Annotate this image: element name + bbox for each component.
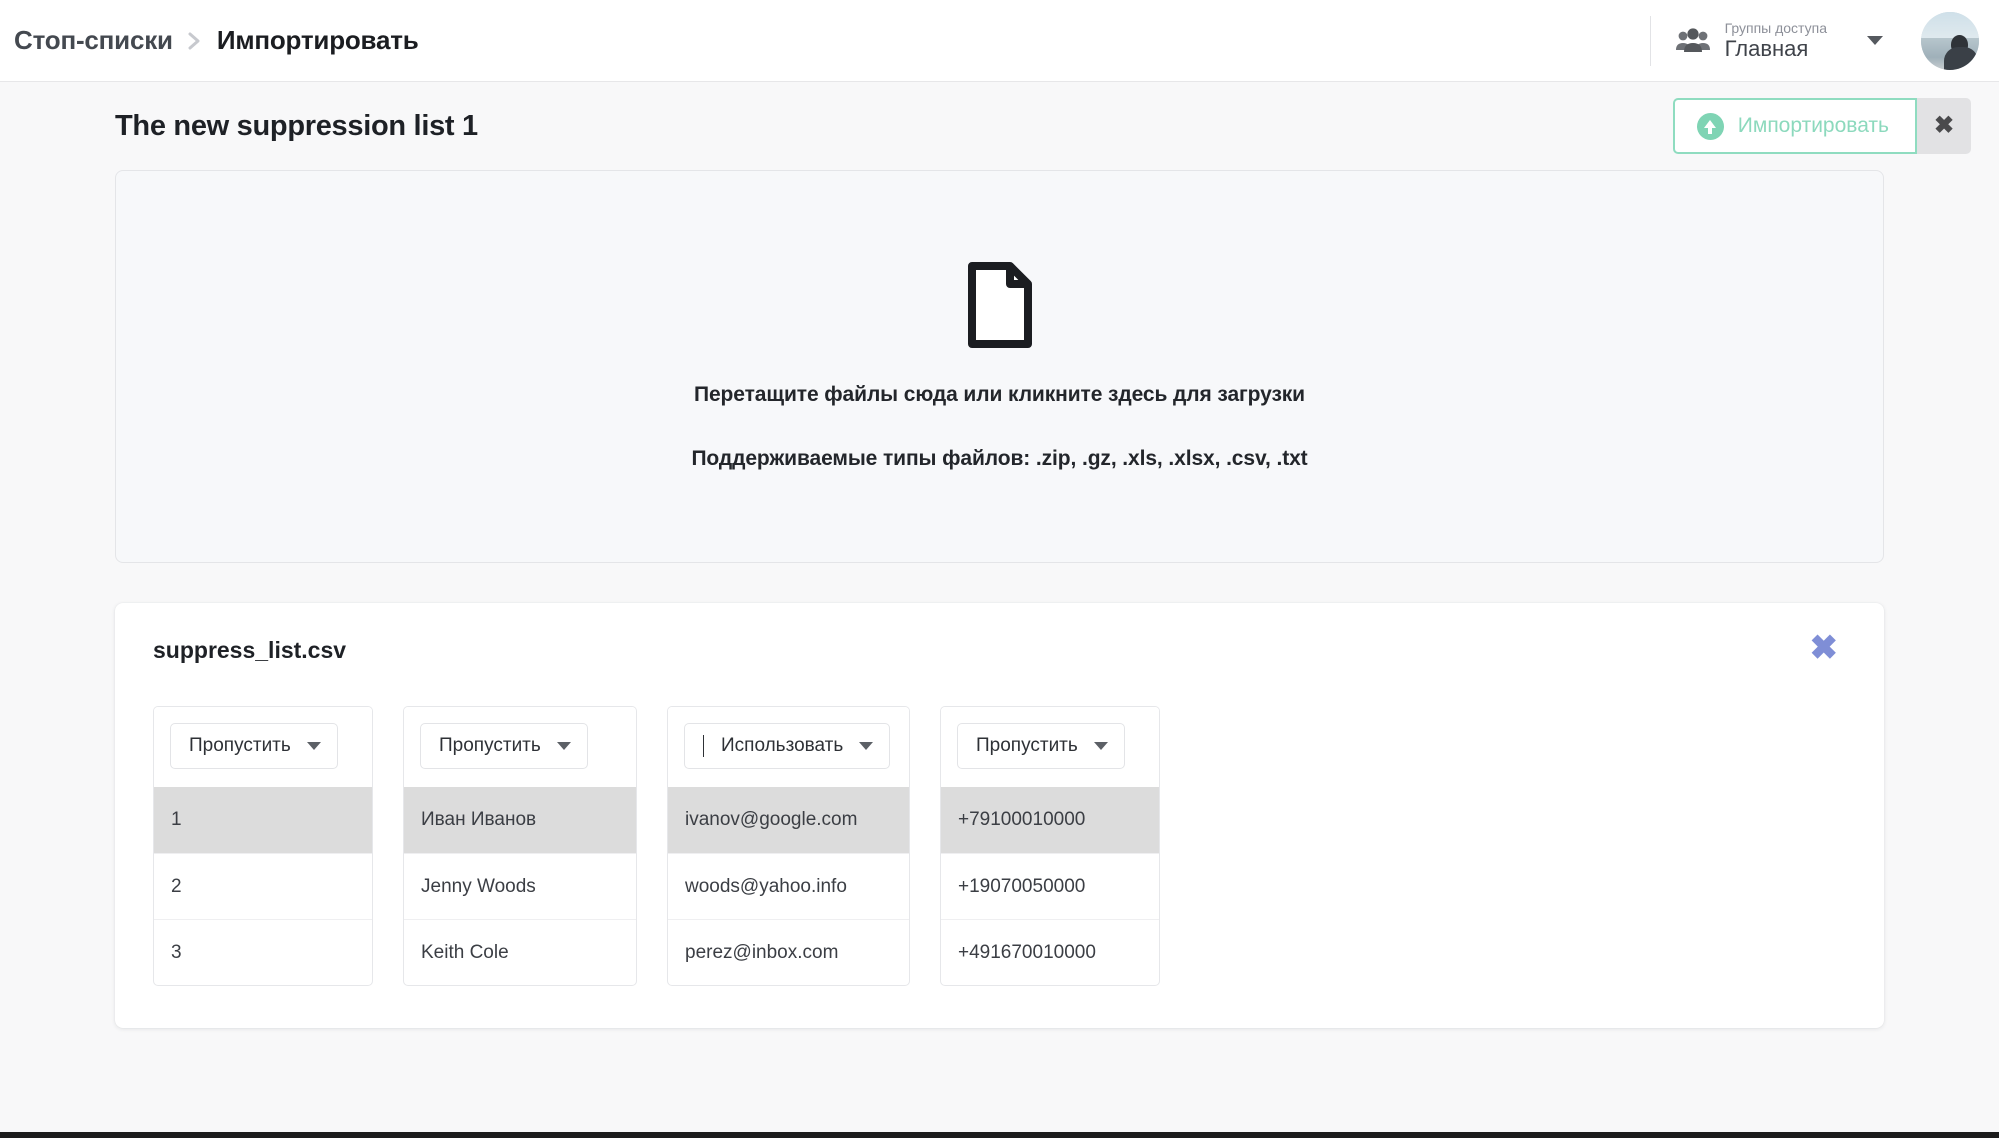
bottom-strip — [0, 1132, 1999, 1138]
page-header-actions: Импортировать ✖ — [1672, 98, 1971, 154]
breadcrumb-root-link[interactable]: Стоп-списки — [14, 25, 173, 56]
table-cell: 3 — [154, 919, 372, 985]
chevron-right-icon — [187, 31, 203, 51]
dropzone-secondary-text: Поддерживаемые типы файлов: .zip, .gz, .… — [691, 447, 1308, 470]
access-group-selector[interactable]: Группы доступа Главная — [1675, 19, 1891, 62]
access-group-text: Группы доступа Главная — [1724, 19, 1827, 62]
mapping-column-header: Пропустить — [404, 707, 636, 787]
column-action-label: Пропустить — [439, 735, 541, 756]
table-cell: perez@inbox.com — [668, 919, 909, 985]
column-mapping-table: Пропустить 1 2 3 Пропустить Иван Иванов … — [137, 706, 1850, 986]
mapping-column: Пропустить 1 2 3 — [153, 706, 373, 986]
dropzone-primary-text: Перетащите файлы сюда или кликните здесь… — [693, 383, 1305, 406]
column-action-label: Пропустить — [189, 735, 291, 756]
text-cursor-icon — [703, 735, 704, 757]
breadcrumb-current: Импортировать — [216, 25, 419, 55]
page-content: Перетащите файлы сюда или кликните здесь… — [0, 170, 1999, 1138]
top-bar-right: Группы доступа Главная — [1649, 0, 1979, 81]
chevron-down-icon — [556, 742, 571, 750]
close-icon: ✖ — [1809, 629, 1839, 667]
app-root: Стоп-списки Импортировать Группы доступа… — [0, 0, 1999, 1138]
upload-circle-icon — [1696, 112, 1724, 140]
chevron-down-icon — [306, 742, 321, 750]
chevron-down-icon — [1093, 742, 1108, 750]
vertical-divider — [1649, 15, 1651, 66]
breadcrumb: Стоп-списки Импортировать — [0, 25, 419, 56]
mapping-column-header: Использовать — [668, 707, 909, 787]
table-cell: woods@yahoo.info — [668, 853, 909, 919]
table-cell: 1 — [154, 787, 372, 853]
column-action-select[interactable]: Пропустить — [170, 723, 338, 769]
access-group-value: Главная — [1724, 36, 1809, 62]
avatar-sky — [1921, 11, 1979, 39]
table-cell: 2 — [154, 853, 372, 919]
mapping-column: Использовать ivanov@google.com woods@yah… — [667, 706, 910, 986]
import-button[interactable]: Импортировать — [1672, 98, 1917, 154]
page-header: The new suppression list 1 Импортировать… — [0, 82, 1999, 170]
access-group-label: Группы доступа — [1724, 19, 1827, 36]
uploaded-file-card: suppress_list.csv ✖ Пропустить 1 2 3 Про… — [115, 603, 1884, 1028]
group-people-icon — [1675, 27, 1711, 54]
column-action-label: Использовать — [721, 735, 844, 756]
mapping-column-header: Пропустить — [154, 707, 372, 787]
chevron-down-icon[interactable] — [1867, 36, 1883, 45]
table-cell: Jenny Woods — [404, 853, 636, 919]
file-card-header: suppress_list.csv ✖ — [137, 631, 1850, 665]
chevron-down-icon — [859, 742, 874, 750]
mapping-column: Пропустить +79100010000 +19070050000 +49… — [940, 706, 1160, 986]
table-cell: Keith Cole — [404, 919, 636, 985]
remove-file-button[interactable]: ✖ — [1806, 631, 1843, 665]
column-action-label: Пропустить — [976, 735, 1078, 756]
table-cell: +19070050000 — [941, 853, 1159, 919]
table-cell: +491670010000 — [941, 919, 1159, 985]
page-title: The new suppression list 1 — [115, 109, 478, 142]
file-name: suppress_list.csv — [153, 637, 347, 663]
table-cell: +79100010000 — [941, 787, 1159, 853]
column-action-select[interactable]: Пропустить — [420, 723, 588, 769]
top-bar: Стоп-списки Импортировать Группы доступа… — [0, 0, 1999, 82]
close-icon: ✖ — [1933, 112, 1955, 139]
close-button[interactable]: ✖ — [1917, 98, 1971, 154]
table-cell: Иван Иванов — [404, 787, 636, 853]
avatar[interactable] — [1921, 11, 1979, 70]
mapping-column-header: Пропустить — [941, 707, 1159, 787]
column-action-select[interactable]: Пропустить — [957, 723, 1125, 769]
mapping-column: Пропустить Иван Иванов Jenny Woods Keith… — [403, 706, 637, 986]
import-button-label: Импортировать — [1737, 114, 1889, 137]
table-cell: ivanov@google.com — [668, 787, 909, 853]
column-action-select[interactable]: Использовать — [684, 723, 891, 769]
file-document-icon — [967, 262, 1033, 353]
file-dropzone[interactable]: Перетащите файлы сюда или кликните здесь… — [115, 170, 1884, 563]
avatar-person-body — [1944, 47, 1979, 70]
